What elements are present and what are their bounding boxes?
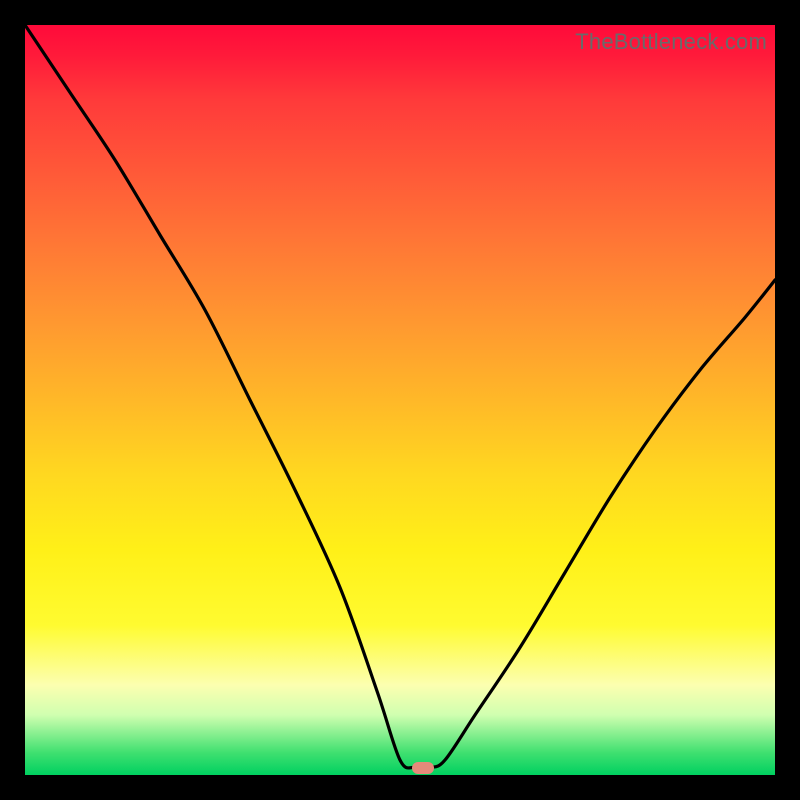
chart-frame: TheBottleneck.com [0,0,800,800]
watermark-text: TheBottleneck.com [575,29,767,55]
optimum-marker [412,762,434,774]
plot-area: TheBottleneck.com [25,25,775,775]
curve-path [25,25,775,768]
bottleneck-curve [25,25,775,775]
